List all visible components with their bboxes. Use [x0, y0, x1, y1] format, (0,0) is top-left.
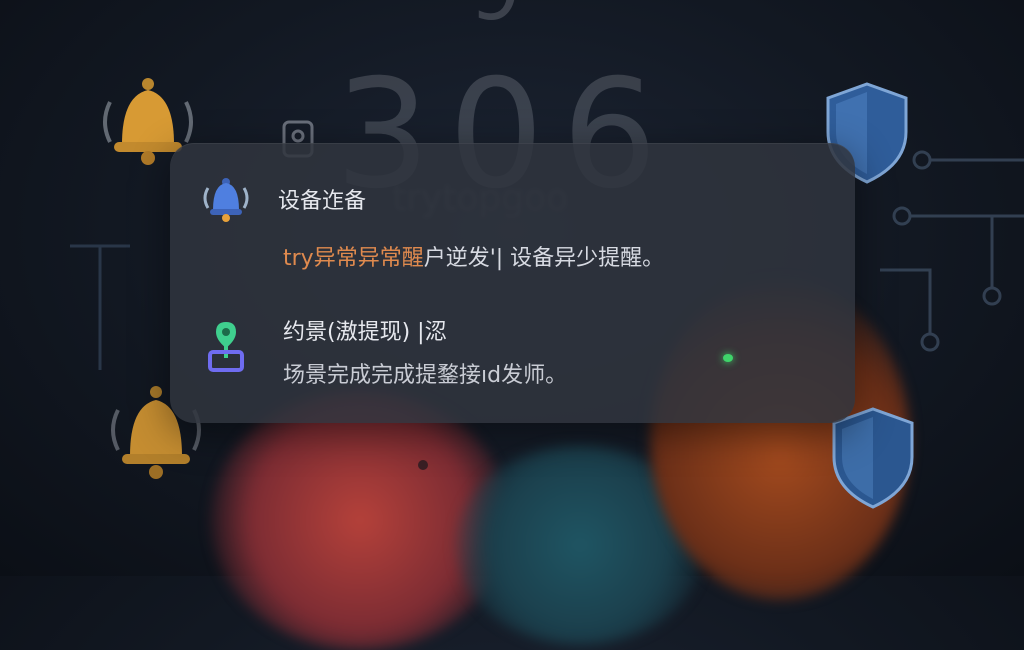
circuit-icon — [70, 244, 130, 370]
notification-body: try异常异常醒户逆发'| 设备异少提醒。 — [283, 240, 664, 272]
notification-body-highlight: try异常异常醒 — [283, 246, 424, 271]
bell-icon — [203, 178, 249, 222]
notification-body: 场景完成完成提鍪接ıd发师。 — [283, 363, 568, 388]
location-pin-icon — [208, 322, 244, 372]
shield-icon — [832, 407, 914, 509]
notification-title: 约景(滶提现) |涊 — [283, 320, 447, 345]
notification-body-rest: 户逆发'| 设备异少提醒。 — [423, 246, 665, 271]
circuit-icon — [880, 150, 1024, 352]
background-clock-top: 9 — [470, 0, 521, 38]
status-indicator-dot — [723, 354, 733, 362]
decorative-dot — [418, 460, 428, 470]
notification-title: 设备迮备 — [278, 189, 367, 214]
